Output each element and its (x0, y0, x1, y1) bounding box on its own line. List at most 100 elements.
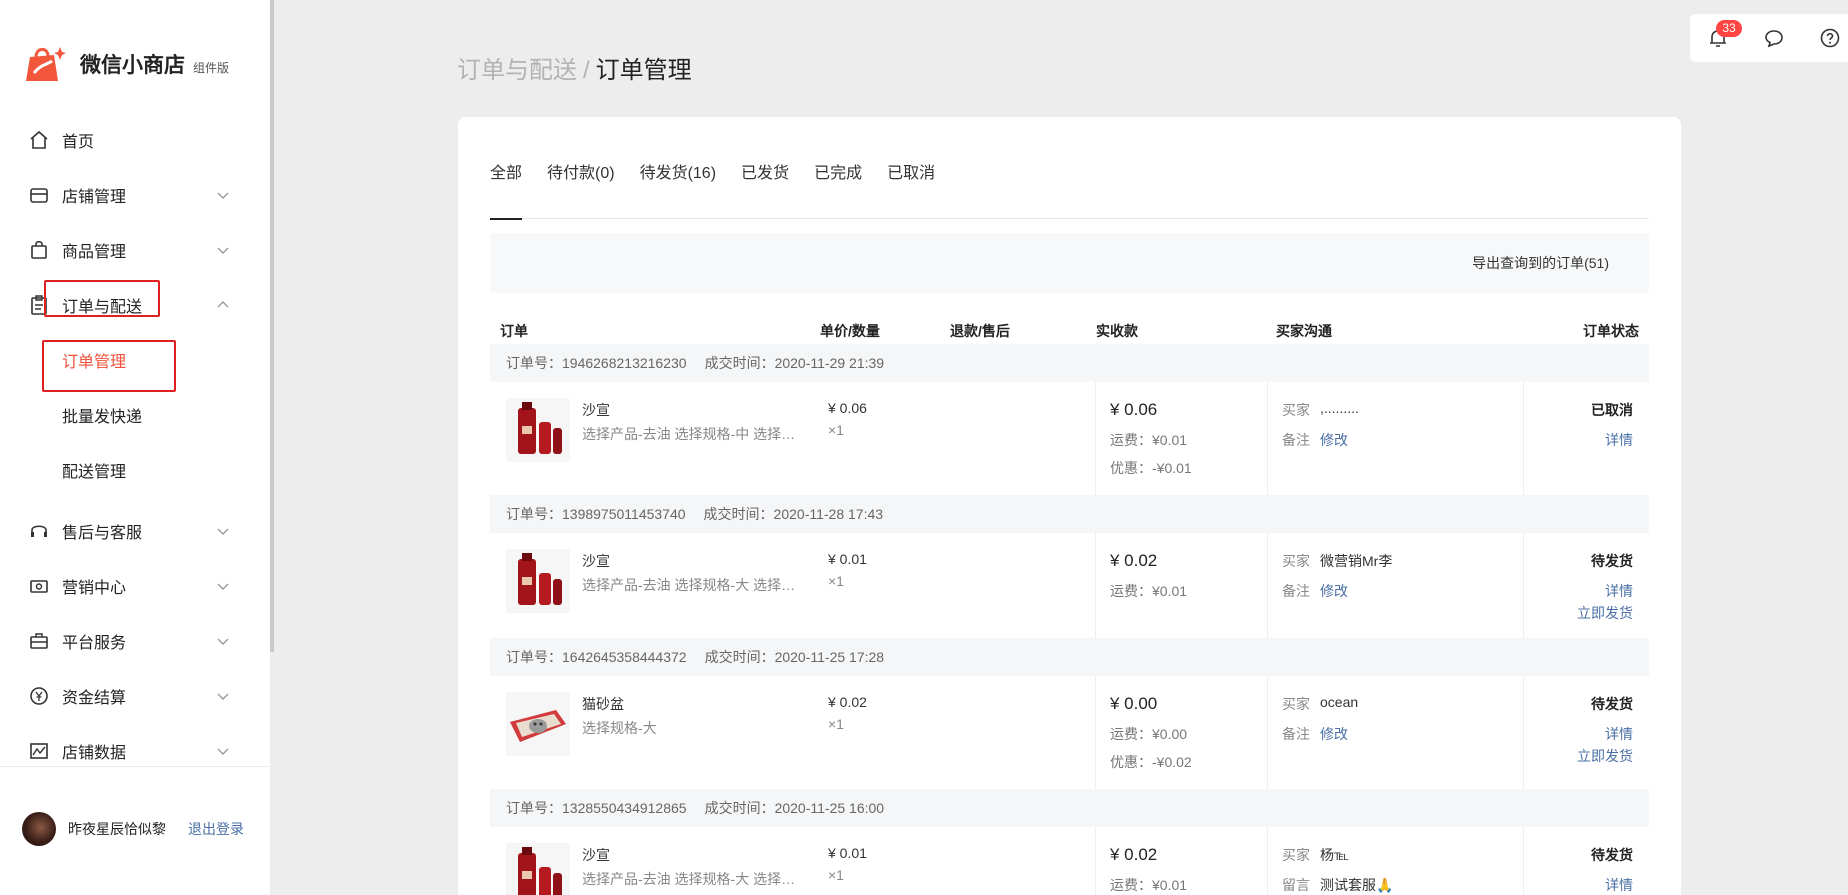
column-divider (1267, 827, 1268, 895)
user-name: 昨夜星辰恰似黎 (68, 821, 166, 837)
chat-bubble-icon (1765, 30, 1783, 48)
sidebar-item-marketing[interactable]: 营销中心 (0, 558, 270, 613)
message-button[interactable] (1746, 14, 1802, 62)
sidebar-scrollbar[interactable] (270, 0, 274, 652)
chevron-down-icon (217, 528, 229, 535)
sidebar-item-goods[interactable]: 商品管理 (0, 222, 270, 277)
product-name[interactable]: 沙宣 (582, 845, 610, 865)
ship-now-link[interactable]: 立即发货 (1577, 603, 1633, 623)
order-header: 订单号：1398975011453740 成交时间：2020-11-28 17:4… (490, 495, 1649, 533)
order-number: 订单号：1328550434912865 (506, 800, 687, 816)
notification-button[interactable]: 33 (1690, 14, 1746, 62)
orders-panel: 全部 待付款(0) 待发货(16) 已发货 已完成 已取消 导出查询到的订单(5… (458, 117, 1681, 895)
sidebar-item-label: 店铺管理 (62, 188, 127, 206)
detail-link[interactable]: 详情 (1605, 430, 1633, 450)
order-time: 成交时间：2020-11-28 17:43 (703, 506, 884, 522)
product-name[interactable]: 沙宣 (582, 551, 610, 571)
chevron-down-icon (217, 192, 229, 199)
sidebar-item-orders[interactable]: 订单与配送 (0, 277, 270, 332)
sidebar-item-label: 营销中心 (62, 579, 127, 597)
note-label: 备注 (1282, 726, 1310, 742)
detail-link[interactable]: 详情 (1605, 581, 1633, 601)
help-icon (1820, 28, 1840, 48)
tab-pending-payment[interactable]: 待付款(0) (547, 163, 615, 219)
sidebar-item-store[interactable]: 店铺管理 (0, 167, 270, 222)
tab-completed[interactable]: 已完成 (814, 163, 862, 219)
buyer-label: 买家 (1282, 402, 1310, 418)
breadcrumb-separator: / (583, 57, 590, 84)
shipping-fee: 运费：¥0.01 (1110, 583, 1188, 599)
sidebar-item-label: 资金结算 (62, 689, 127, 707)
shopping-bag-icon (28, 239, 50, 261)
edit-note-link[interactable]: 修改 (1320, 581, 1348, 601)
note-label: 备注 (1282, 432, 1310, 448)
unit-price: ¥ 0.02 (828, 694, 867, 710)
column-divider (1095, 382, 1096, 495)
clipboard-icon (28, 294, 50, 316)
export-orders-link[interactable]: 导出查询到的订单(51) (1472, 253, 1609, 273)
help-button[interactable] (1802, 14, 1848, 62)
detail-link[interactable]: 详情 (1605, 724, 1633, 744)
product-name[interactable]: 猫砂盆 (582, 694, 624, 714)
breadcrumb: 订单与配送 / 订单管理 (457, 50, 692, 85)
product-name[interactable]: 沙宣 (582, 400, 610, 420)
page-title: 订单管理 (595, 57, 692, 84)
notification-badge: 33 (1716, 20, 1742, 37)
tab-shipped[interactable]: 已发货 (741, 163, 789, 219)
product-thumbnail[interactable] (506, 843, 570, 895)
buyer-message: 测试套服🙏 (1320, 877, 1394, 893)
avatar[interactable] (22, 812, 56, 846)
sidebar-item-label: 平台服务 (62, 634, 127, 652)
buyer-name: 微营销Mr李 (1320, 553, 1393, 569)
product-spec: 选择产品-去油 选择规格-大 选择颜色-红 (582, 577, 797, 593)
brand-tag: 组件版 (193, 60, 230, 75)
sidebar-item-label: 订单与配送 (62, 298, 143, 316)
sidebar-item-funds[interactable]: 资金结算 (0, 668, 270, 723)
edit-note-link[interactable]: 修改 (1320, 724, 1348, 744)
chevron-down-icon (217, 693, 229, 700)
buyer-name: ,......... (1320, 400, 1359, 416)
chevron-down-icon (217, 247, 229, 254)
store-icon (28, 184, 50, 206)
header-paid: 实收款 (1096, 323, 1138, 339)
quantity: ×1 (828, 867, 844, 883)
product-thumbnail[interactable] (506, 398, 570, 462)
ship-now-link[interactable]: 立即发货 (1577, 746, 1633, 766)
sidebar-item-aftersale[interactable]: 售后与客服 (0, 503, 270, 558)
sidebar-item-home[interactable]: 首页 (0, 112, 270, 167)
column-divider (1267, 676, 1268, 789)
column-divider (1523, 676, 1524, 789)
logout-link[interactable]: 退出登录 (188, 819, 244, 839)
tab-pending-shipment[interactable]: 待发货(16) (640, 163, 716, 219)
column-divider (1523, 827, 1524, 895)
order-status: 待发货 (1591, 553, 1633, 569)
sidebar-subitem-batch-express[interactable]: 批量发快递 (0, 387, 270, 442)
breadcrumb-parent[interactable]: 订单与配送 (457, 57, 577, 84)
column-divider (1523, 382, 1524, 495)
column-divider (1095, 676, 1096, 789)
tab-cancelled[interactable]: 已取消 (887, 163, 935, 219)
product-spec: 选择规格-大 (582, 720, 657, 736)
column-divider (1267, 382, 1268, 495)
ticket-icon (28, 575, 50, 597)
tab-all[interactable]: 全部 (490, 163, 523, 220)
detail-link[interactable]: 详情 (1605, 875, 1633, 895)
product-thumbnail[interactable] (506, 692, 570, 756)
order-time: 成交时间：2020-11-25 17:28 (704, 649, 885, 665)
sidebar-item-data[interactable]: 店铺数据 (0, 723, 270, 778)
table-row: 沙宣 选择产品-去油 选择规格-大 选择颜色-红 ¥ 0.01 ×1 ¥ 0.0… (490, 533, 1649, 638)
table-row: 猫砂盆 选择规格-大 ¥ 0.02 ×1 ¥ 0.00 运费：¥0.00 优惠：… (490, 676, 1649, 789)
order-header: 订单号：1642645358444372 成交时间：2020-11-25 17:2… (490, 638, 1649, 676)
briefcase-icon (28, 630, 50, 652)
sidebar-subitem-order-management[interactable]: 订单管理 (0, 332, 270, 387)
sidebar-item-platform[interactable]: 平台服务 (0, 613, 270, 668)
product-spec: 选择产品-去油 选择规格-大 选择颜色-红 (582, 871, 797, 887)
order-status: 待发货 (1591, 847, 1633, 863)
paid-amount: ¥ 0.02 (1110, 551, 1158, 570)
order-number: 订单号：1398975011453740 (506, 506, 686, 522)
sidebar-subitem-delivery-management[interactable]: 配送管理 (0, 442, 270, 497)
product-thumbnail[interactable] (506, 549, 570, 613)
order-status: 待发货 (1591, 696, 1633, 712)
shipping-fee: 运费：¥0.00 (1110, 726, 1188, 742)
edit-note-link[interactable]: 修改 (1320, 430, 1348, 450)
